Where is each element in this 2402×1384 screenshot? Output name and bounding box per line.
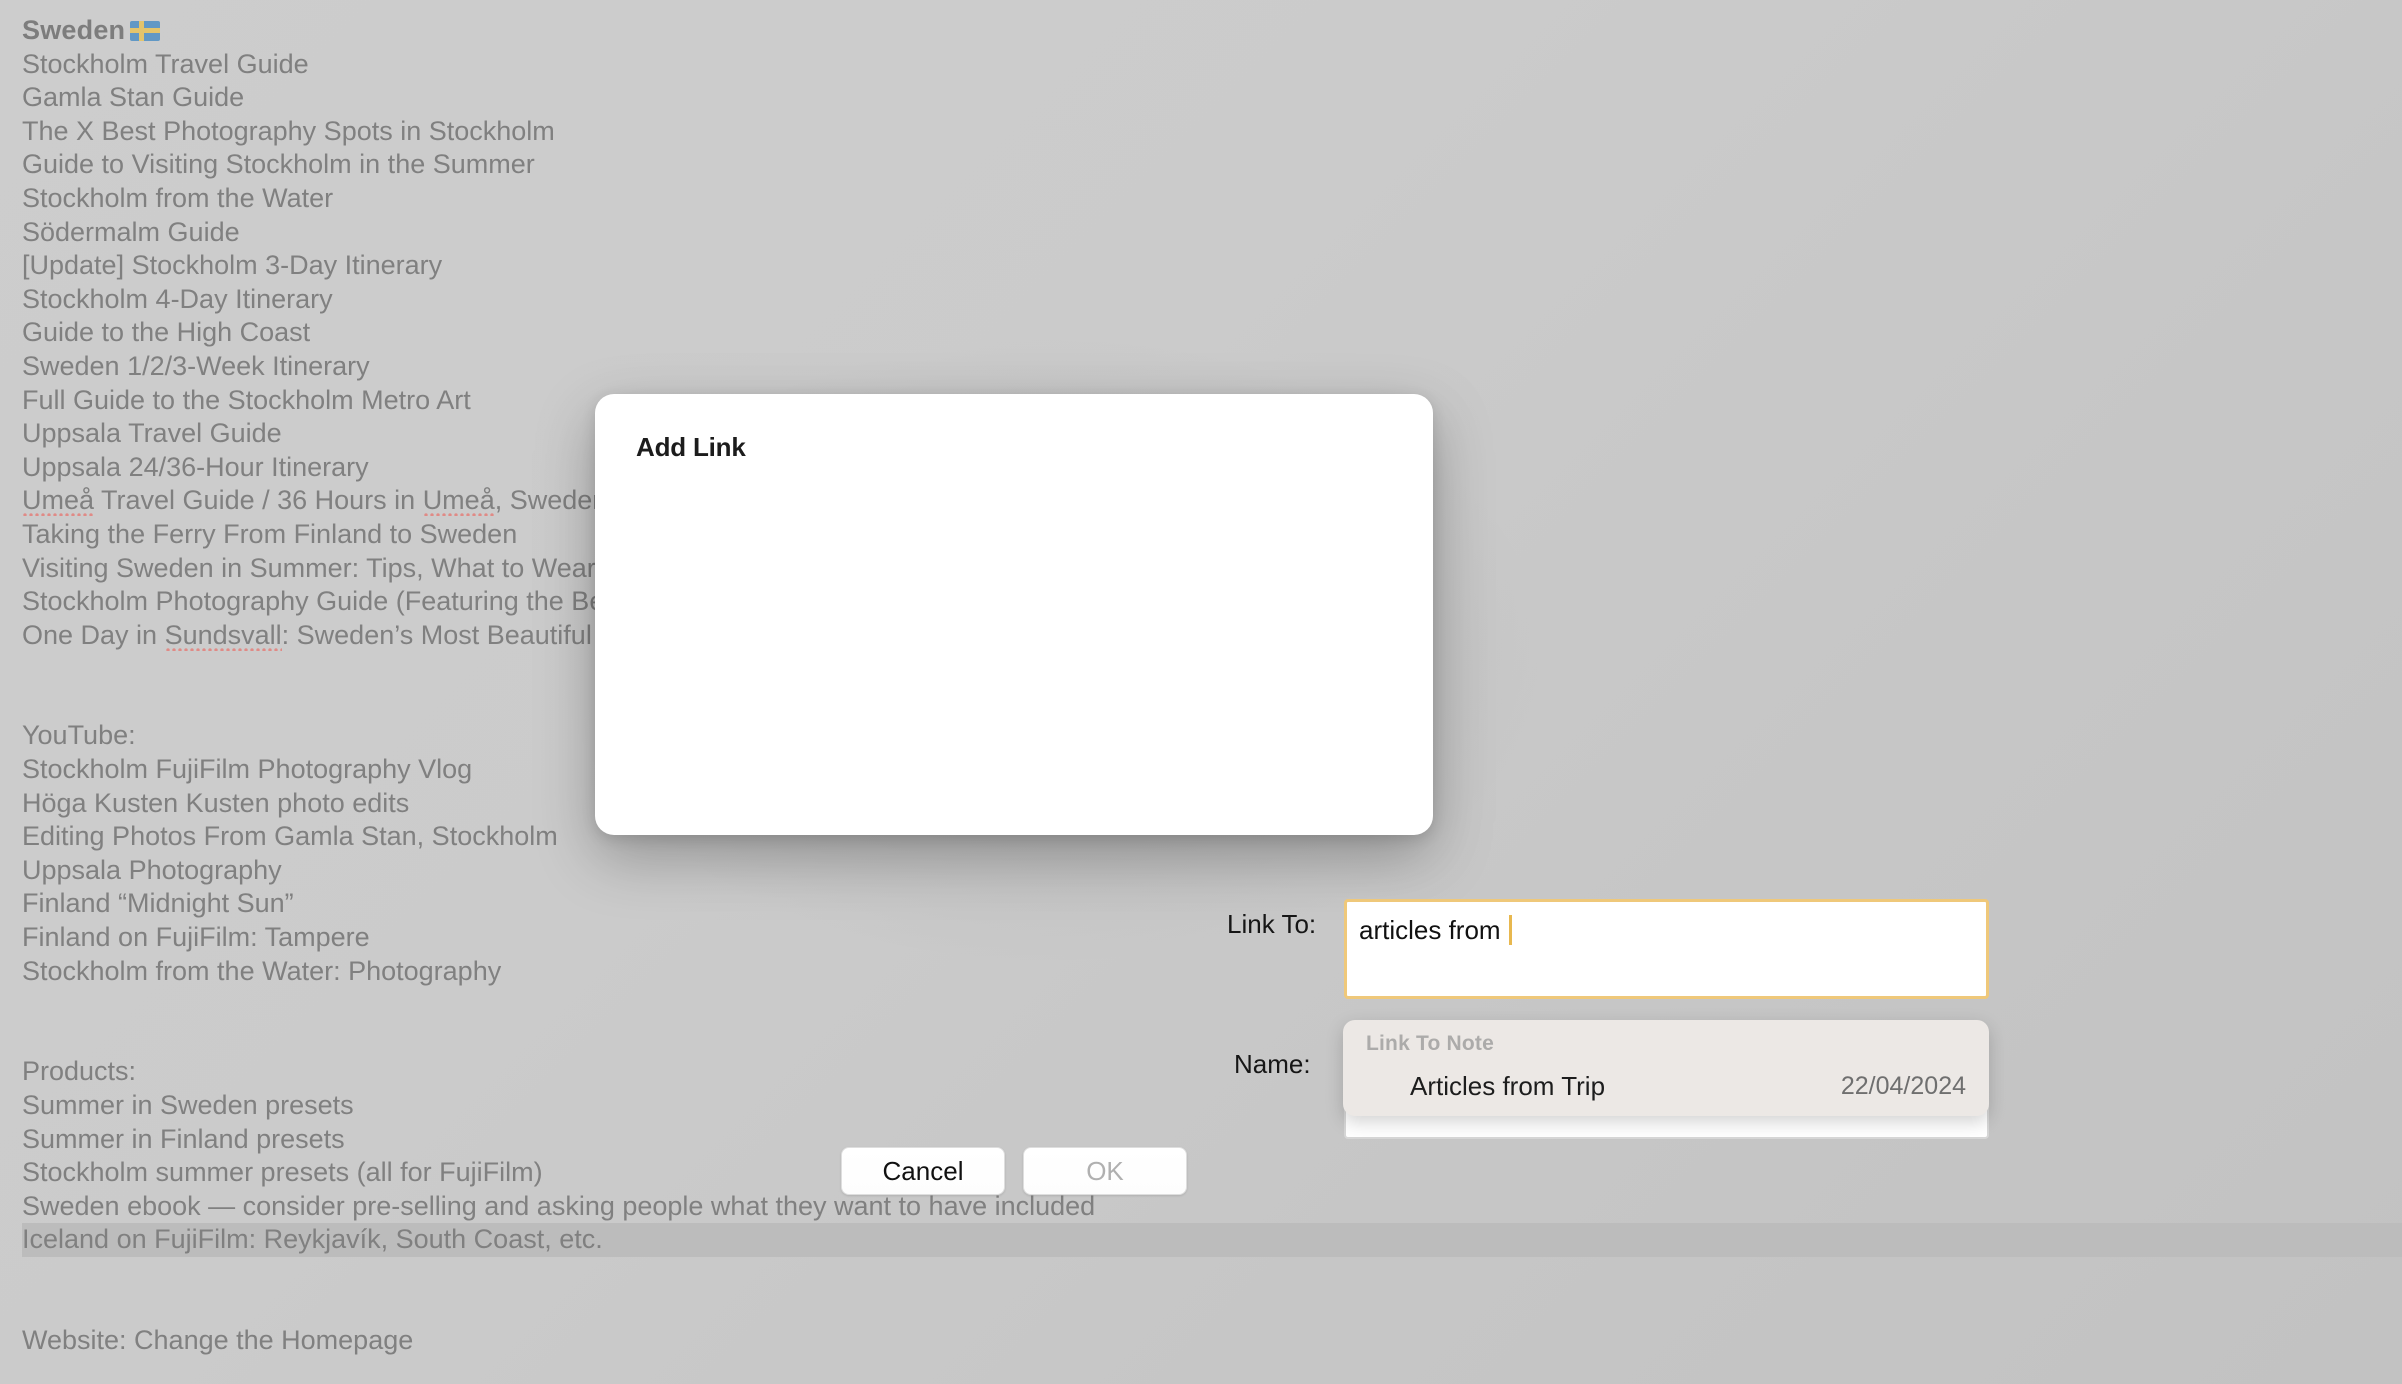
note-line-selected: Iceland on FujiFilm: Reykjavík, South Co…	[22, 1223, 2402, 1257]
note-line: Guide to Visiting Stockholm in the Summe…	[22, 148, 2402, 182]
note-line: The X Best Photography Spots in Stockhol…	[22, 115, 2402, 149]
note-line-text: Stockholm from the Water	[22, 182, 334, 213]
note-line-text: Stockholm summer presets (all for FujiFi…	[22, 1157, 543, 1188]
autocomplete-item-name: Articles from Trip	[1410, 1070, 1606, 1101]
note-line: Finland on FujiFilm: Tampere	[22, 921, 2402, 955]
note-line-text: Guide to Visiting Stockholm in the Summe…	[22, 149, 535, 180]
note-line-text: Guide to the High Coast	[22, 317, 311, 348]
note-blank-line	[22, 988, 2402, 1022]
note-line-text: Summer in Finland presets	[22, 1123, 345, 1154]
note-line: Södermalm Guide	[22, 216, 2402, 250]
note-line-text: Full Guide to the Stockholm Metro Art	[22, 384, 471, 415]
text-caret	[1508, 915, 1512, 945]
cancel-button[interactable]: Cancel	[841, 1147, 1005, 1195]
note-line-text: [Update] Stockholm 3-Day Itinerary	[22, 250, 443, 281]
note-line-text: Travel Guide / 36 Hours in	[94, 485, 423, 516]
note-line: Finland “Midnight Sun”	[22, 887, 2402, 921]
note-line-text: Finland “Midnight Sun”	[22, 888, 294, 919]
spellcheck-word[interactable]: Sundsvall	[165, 620, 282, 650]
spellcheck-word[interactable]: Umeå	[423, 485, 495, 515]
dialog-button-row: Cancel OK	[595, 1147, 1433, 1195]
add-link-dialog: Add Link Link To: articles from Name: Li…	[595, 394, 1989, 1195]
autocomplete-header: Link To Note	[1366, 1032, 1495, 1055]
note-line-text: Sweden ebook — consider pre-selling and …	[22, 1190, 1096, 1221]
note-line-text: Stockholm 4-Day Itinerary	[22, 283, 333, 314]
note-blank-line	[22, 1291, 2402, 1325]
note-line-text: YouTube:	[22, 720, 136, 751]
note-line-text: One Day in	[22, 619, 165, 650]
sweden-flag-icon	[130, 21, 161, 41]
note-line-text: Uppsala Travel Guide	[22, 418, 282, 449]
note-line: [Update] Stockholm 3-Day Itinerary	[22, 249, 2402, 283]
note-line: Gamla Stan Guide	[22, 81, 2402, 115]
note-line-text: Stockholm from the Water: Photography	[22, 955, 502, 986]
link-to-input-value: articles from	[1359, 915, 1512, 946]
note-line-text: Iceland on FujiFilm: Reykjavík, South Co…	[22, 1224, 603, 1255]
dialog-title: Add Link	[636, 432, 746, 462]
autocomplete-item-date: 22/04/2024	[1840, 1071, 1966, 1100]
note-line-text: Stockholm FujiFilm Photography Vlog	[22, 754, 473, 785]
note-line-text: Taking the Ferry From Finland to Sweden	[22, 518, 518, 549]
name-label: Name:	[1234, 1049, 1311, 1079]
note-line-text: Höga Kusten Kusten photo edits	[22, 787, 410, 818]
note-line-text: Editing Photos From Gamla Stan, Stockhol…	[22, 821, 558, 852]
note-line-text: Stockholm Travel Guide	[22, 48, 309, 79]
note-section-heading-products: Products:	[22, 1055, 2402, 1089]
note-line-text: Summer in Sweden presets	[22, 1090, 354, 1120]
note-line: Stockholm Travel Guide	[22, 48, 2402, 82]
link-to-note-autocomplete-popup: Link To Note Articles from Trip 22/04/20…	[1343, 1020, 1989, 1116]
link-to-label: Link To:	[1227, 909, 1317, 939]
note-line-text: : Sweden’s Most Beautiful	[281, 619, 592, 650]
note-line: Stockholm from the Water	[22, 182, 2402, 216]
note-line-text: Uppsala Photography	[22, 854, 282, 885]
note-line-text: Finland on FujiFilm: Tampere	[22, 922, 370, 953]
note-line-text: Sweden 1/2/3-Week Itinerary	[22, 350, 370, 381]
link-to-input[interactable]: articles from	[1344, 899, 1989, 999]
note-line: Uppsala Photography	[22, 854, 2402, 888]
note-line: Stockholm 4-Day Itinerary	[22, 283, 2402, 317]
note-footer-line: Website: Change the Homepage	[22, 1324, 2402, 1358]
note-line-text: Uppsala 24/36-Hour Itinerary	[22, 451, 369, 482]
note-blank-line	[22, 1022, 2402, 1056]
note-line: Stockholm from the Water: Photography	[22, 955, 2402, 989]
note-line-text: Visiting Sweden in Summer: Tips, What to…	[22, 552, 596, 583]
note-line: Summer in Sweden presets	[22, 1089, 2402, 1123]
note-line-text: , Sweden	[494, 485, 608, 516]
note-heading-text: Sweden	[22, 15, 126, 45]
link-to-text: articles from	[1359, 915, 1508, 945]
note-line-text: Södermalm Guide	[22, 216, 240, 247]
note-line: Guide to the High Coast	[22, 316, 2402, 350]
spellcheck-word[interactable]: Umeå	[22, 485, 94, 515]
note-line-text: Gamla Stan Guide	[22, 82, 245, 113]
autocomplete-item[interactable]: Articles from Trip 22/04/2024	[1343, 1064, 1989, 1108]
ok-button[interactable]: OK	[1023, 1147, 1187, 1195]
note-line: Sweden 1/2/3-Week Itinerary	[22, 350, 2402, 384]
note-blank-line	[22, 1257, 2402, 1291]
note-line-text: Website: Change the Homepage	[22, 1325, 414, 1356]
note-line-text: The X Best Photography Spots in Stockhol…	[22, 115, 555, 146]
note-line-text: Products:	[22, 1056, 137, 1087]
note-heading: Sweden	[22, 14, 2402, 48]
